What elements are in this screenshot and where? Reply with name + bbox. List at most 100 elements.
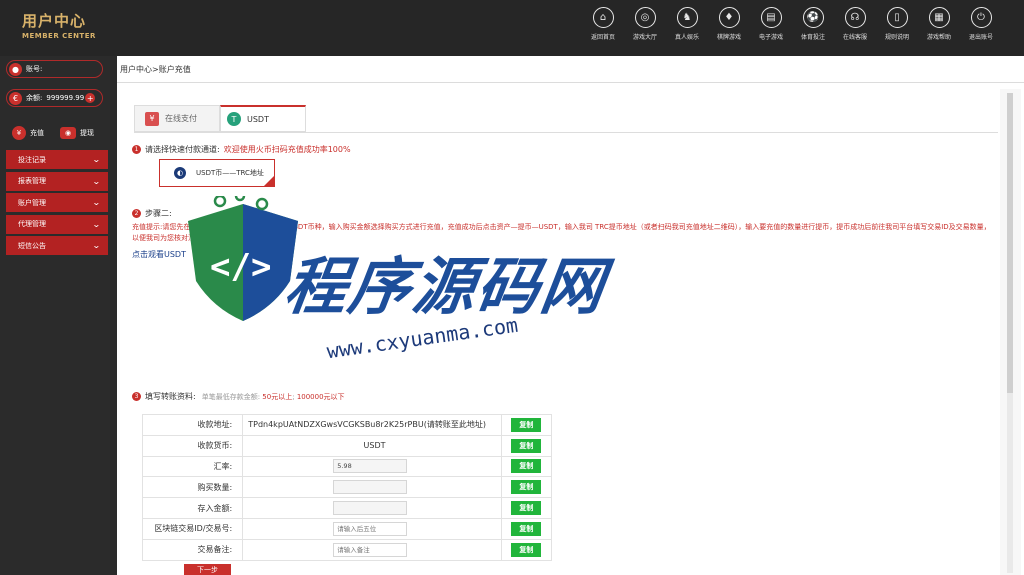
nav-support[interactable]: ☊ 在线客服 (834, 7, 876, 41)
sidebar-item-label: 报表管理 (18, 177, 46, 186)
power-icon: ⏻ (970, 7, 992, 28)
nav-label: 返回首页 (590, 34, 615, 41)
sidebar-item-reports[interactable]: 报表管理 ⌄ (6, 171, 108, 191)
slot-games-icon: ▤ (760, 7, 782, 28)
sports-icon: ⚽ (802, 7, 824, 28)
nav-slot-games[interactable]: ▤ 电子游戏 (750, 7, 792, 41)
next-step-button[interactable]: 下一步 (184, 564, 231, 575)
txid-input[interactable]: 请输入后五位 (333, 521, 408, 536)
live-casino-icon: ♞ (676, 7, 698, 28)
withdraw-label: 提现 (80, 129, 94, 137)
sidebar-menu: 投注记录 ⌄ 报表管理 ⌄ 账户管理 ⌄ 代理管理 ⌄ 短信公告 ⌄ (6, 150, 108, 258)
nav-label: 游戏大厅 (632, 34, 657, 41)
deposit-amount-cell (242, 497, 502, 519)
logo[interactable]: 用户中心 MEMBER CENTER (22, 10, 112, 40)
copy-txid-button[interactable]: 复制 (511, 521, 542, 536)
copy-amount-button[interactable]: 复制 (511, 501, 542, 516)
copy-address-button[interactable]: 复制 (511, 417, 542, 432)
nav-live-casino[interactable]: ♞ 真人娱乐 (666, 7, 708, 41)
nav-sports[interactable]: ⚽ 体育投注 (792, 7, 834, 41)
withdraw-button[interactable]: ◉ 提现 (60, 126, 94, 140)
quick-actions: ¥ 充值 ◉ 提现 (12, 126, 94, 140)
scrollbar-thumb[interactable] (1007, 93, 1013, 393)
tab-label: USDT (247, 114, 269, 124)
nav-label: 规则说明 (884, 34, 909, 41)
sidebar-item-account[interactable]: 账户管理 ⌄ (6, 193, 108, 213)
chevron-down-icon: ⌄ (92, 155, 102, 164)
nav-help[interactable]: ▦ 游戏帮助 (918, 7, 960, 41)
recharge-panel: ¥ 在线支付 T USDT 1 请选择快速付款通道: 欢迎使用火币扫码充值成功率10… (125, 89, 1021, 575)
lobby-icon: ◎ (634, 7, 656, 28)
transfer-form-table: 收款地址: TPdn4kpUAtNDZXGwsVCGKSBu8r2K25rPBU… (141, 414, 553, 561)
copy-quantity-button[interactable]: 复制 (511, 480, 542, 495)
quantity-field[interactable] (333, 480, 408, 495)
step-number: 2 (132, 209, 141, 218)
channel-label: USDT币——TRC地址 (196, 169, 264, 177)
sidebar-item-label: 短信公告 (18, 241, 46, 250)
table-row: 汇率: 5.98 复制 (141, 455, 553, 478)
scrollbar[interactable] (1007, 93, 1013, 573)
recharge-button[interactable]: ¥ 充值 (12, 126, 44, 140)
coin-icon: € (9, 91, 22, 105)
chevron-down-icon: ⌄ (92, 241, 102, 251)
step-2-title: 步骤二: (145, 209, 172, 218)
nav-game-lobby[interactable]: ◎ 游戏大厅 (624, 7, 666, 41)
account-label: 账号: (26, 65, 43, 73)
nav-logout[interactable]: ⏻ 退出账号 (960, 7, 1002, 41)
add-balance-icon[interactable]: + (85, 93, 96, 103)
selected-corner-icon (264, 176, 274, 186)
sidebar-item-bet-records[interactable]: 投注记录 ⌄ (6, 150, 108, 169)
balance-value: 999999.99 (46, 94, 85, 102)
table-row: 购买数量: 复制 (141, 476, 553, 499)
nav-card-games[interactable]: ♦ 棋牌游戏 (708, 7, 750, 41)
sidebar-item-label: 代理管理 (18, 220, 46, 229)
remark-input[interactable]: 请输入备注 (333, 542, 408, 557)
table-row: 区块链交易ID/交易号: 请输入后五位 复制 (141, 517, 553, 540)
home-icon: ⌂ (592, 7, 614, 28)
nav-label: 电子游戏 (758, 34, 783, 41)
payment-icon: ¥ (145, 111, 159, 126)
copy-cell: 复制 (500, 455, 553, 478)
copy-currency-button[interactable]: 复制 (511, 438, 542, 453)
nav-rules[interactable]: ▯ 规则说明 (876, 7, 918, 41)
rate-cell: 5.98 (242, 455, 502, 478)
top-bar: 用户中心 MEMBER CENTER ⌂ 返回首页 ◎ 游戏大厅 ♞ 真人娱乐 ♦ 棋牌… (0, 0, 1024, 56)
nav-label: 在线客服 (842, 34, 867, 41)
table-row: 存入金额: 复制 (141, 497, 553, 519)
copy-rate-button[interactable]: 复制 (511, 459, 542, 474)
table-row: 收款货币: USDT 复制 (141, 434, 553, 457)
step-1-title: 请选择快速付款通道: (145, 145, 220, 154)
deposit-amount-label: 存入金额: (141, 497, 244, 519)
tab-label: 在线支付 (165, 114, 197, 123)
tab-usdt[interactable]: T USDT (220, 105, 306, 132)
nav-label: 体育投注 (800, 34, 825, 41)
txid-cell: 请输入后五位 (242, 517, 502, 540)
copy-cell: 复制 (500, 434, 553, 457)
card-games-icon: ♦ (718, 7, 740, 28)
currency-label: 收款货币: (141, 434, 244, 457)
tab-divider (134, 132, 998, 133)
step-1: 1 请选择快速付款通道: 欢迎使用火币扫码充值成功率100% (132, 144, 351, 155)
main-content: 用户中心>账户充值 ¥ 在线支付 T USDT 1 请选择快速付款通道: 欢迎使用火… (117, 56, 1024, 575)
recharge-tip: 充值提示:请您先在交易所购买或兑换泰达币，点击USDT币种，输入购买金额选择购买… (132, 223, 991, 242)
rate-field[interactable]: 5.98 (333, 459, 408, 474)
logo-subtitle: MEMBER CENTER (22, 32, 96, 40)
watch-usdt-link[interactable]: 点击观看USDT (132, 249, 186, 260)
rules-icon: ▯ (886, 7, 908, 28)
recharge-label: 充值 (30, 129, 44, 137)
step-2: 2 步骤二: (132, 208, 172, 219)
sidebar-item-notices[interactable]: 短信公告 ⌄ (6, 236, 108, 256)
copy-cell: 复制 (500, 414, 553, 436)
nav-home[interactable]: ⌂ 返回首页 (582, 7, 624, 41)
sidebar-item-agent[interactable]: 代理管理 ⌄ (6, 214, 108, 234)
nav-label: 棋牌游戏 (716, 34, 741, 41)
address-label: 收款地址: (141, 414, 244, 436)
step-number: 1 (132, 145, 141, 154)
deposit-amount-field[interactable] (333, 501, 408, 516)
remark-label: 交易备注: (141, 538, 244, 561)
usdt-trc-channel[interactable]: ◐ USDT币——TRC地址 (159, 159, 275, 187)
min-deposit-prefix: 单笔最低存款金额: (201, 392, 263, 401)
tab-online-pay[interactable]: ¥ 在线支付 (134, 105, 220, 132)
copy-remark-button[interactable]: 复制 (511, 542, 542, 557)
sidebar-item-label: 投注记录 (18, 155, 46, 164)
